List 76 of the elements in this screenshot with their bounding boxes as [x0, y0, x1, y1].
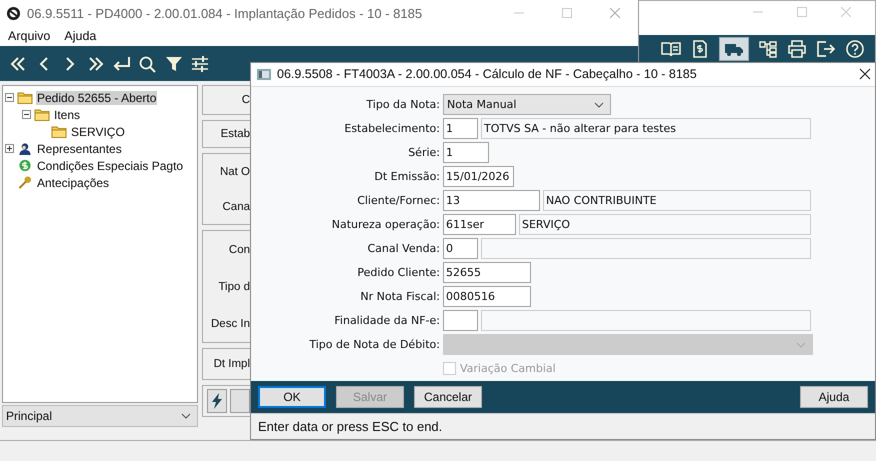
status-message: Enter data or press ESC to end. — [251, 413, 875, 439]
checkbox-label: Variação Cambial — [460, 362, 556, 376]
field-label: Dt Impl — [214, 358, 250, 370]
sliders-icon[interactable] — [190, 54, 210, 72]
menu-item[interactable]: Arquivo — [8, 29, 50, 43]
code-field[interactable]: 0 — [443, 238, 478, 260]
field-label: Cliente/Fornec: — [356, 194, 441, 208]
code-field[interactable]: 1 — [443, 118, 478, 140]
field-label: Tipo da Nota: — [365, 98, 441, 112]
input-field[interactable]: 15/01/2026 — [443, 166, 514, 188]
filter-icon[interactable] — [164, 54, 184, 72]
field-label: Desc In — [211, 318, 250, 330]
printer-icon[interactable] — [787, 40, 807, 58]
app-logo-icon — [6, 6, 21, 20]
hierarchy-icon[interactable] — [758, 40, 778, 58]
lightning-icon — [211, 393, 223, 409]
input-field[interactable]: 0080516 — [443, 286, 531, 308]
field-label: Cana — [222, 200, 250, 212]
document-icon[interactable] — [690, 40, 710, 58]
tree-item[interactable]: Condições Especiais Pagto — [36, 158, 184, 172]
truck-button[interactable] — [719, 36, 749, 60]
folder-icon — [17, 91, 33, 104]
folder-icon — [34, 108, 50, 121]
code-field[interactable]: 611ser — [443, 214, 516, 236]
expand-icon[interactable] — [5, 144, 14, 153]
tree-item[interactable]: Pedido 52655 - Aberto — [36, 90, 158, 104]
enter-icon[interactable] — [112, 54, 132, 72]
description-field: NAO CONTRIBUINTE — [543, 190, 811, 212]
field-label: Finalidade da NF-e: — [333, 314, 441, 328]
menu-item[interactable]: Ajuda — [64, 29, 96, 43]
field-label: Estab — [220, 128, 250, 140]
close-icon[interactable] — [859, 68, 871, 80]
field-label: Natureza operação: — [330, 218, 441, 232]
field-label: Dt Emissão: — [373, 170, 441, 184]
field-label: Canal Venda: — [366, 242, 441, 256]
search-icon[interactable] — [138, 54, 158, 72]
help-icon[interactable] — [845, 40, 865, 58]
chevron-down-icon — [181, 413, 191, 419]
field-label: Tipo d — [218, 280, 250, 292]
view-select[interactable]: Principal — [2, 405, 198, 427]
field-label: Estabelecimento: — [343, 122, 441, 136]
key-icon — [17, 176, 33, 189]
window-icon — [257, 68, 271, 80]
collapse-icon[interactable] — [5, 93, 14, 102]
input-field[interactable]: 52655 — [443, 262, 531, 284]
book-icon[interactable] — [661, 40, 681, 58]
chevron-down-icon — [594, 102, 604, 108]
folder-icon — [51, 125, 67, 138]
dialog-button[interactable]: OK — [258, 386, 326, 408]
chevron-down-icon — [796, 342, 806, 348]
lightning-button[interactable] — [207, 389, 227, 413]
person-icon — [17, 142, 33, 155]
description-field: TOTVS SA - não alterar para testes — [481, 118, 811, 140]
field-label: Con — [228, 244, 250, 256]
dialog-button[interactable]: Ajuda — [800, 386, 868, 408]
code-field[interactable]: 13 — [443, 190, 540, 212]
field-label: C — [242, 94, 250, 106]
code-field[interactable] — [443, 310, 478, 332]
field-label: Série: — [407, 146, 441, 160]
tree-item[interactable]: Representantes — [36, 142, 123, 156]
collapse-icon[interactable] — [22, 110, 31, 119]
tree-item[interactable]: Itens — [53, 108, 82, 122]
field-label: Tipo de Nota de Débito: — [308, 338, 441, 352]
dialog-button[interactable]: Cancelar — [414, 386, 482, 408]
field-label: Nr Nota Fiscal: — [359, 290, 441, 304]
window-title: 06.9.5511 - PD4000 - 2.00.01.084 - Implantação Pedidos - 10 - 8185 — [27, 6, 422, 20]
exit-icon[interactable] — [816, 40, 836, 58]
dialog-title: 06.9.5508 - FT4003A - 2.00.00.054 - Cálculo de NF - Cabeçalho - 10 - 8185 — [277, 67, 697, 82]
tree-item[interactable]: SERVIÇO — [70, 124, 126, 138]
tree-item[interactable]: Antecipações — [36, 176, 110, 190]
field-label: Pedido Cliente: — [356, 266, 441, 280]
money-icon — [17, 159, 33, 172]
description-field: SERVIÇO — [519, 214, 811, 236]
dropdown[interactable]: Nota Manual — [443, 94, 611, 116]
field-label: Nat O — [220, 166, 250, 178]
input-field[interactable]: 1 — [443, 142, 489, 164]
